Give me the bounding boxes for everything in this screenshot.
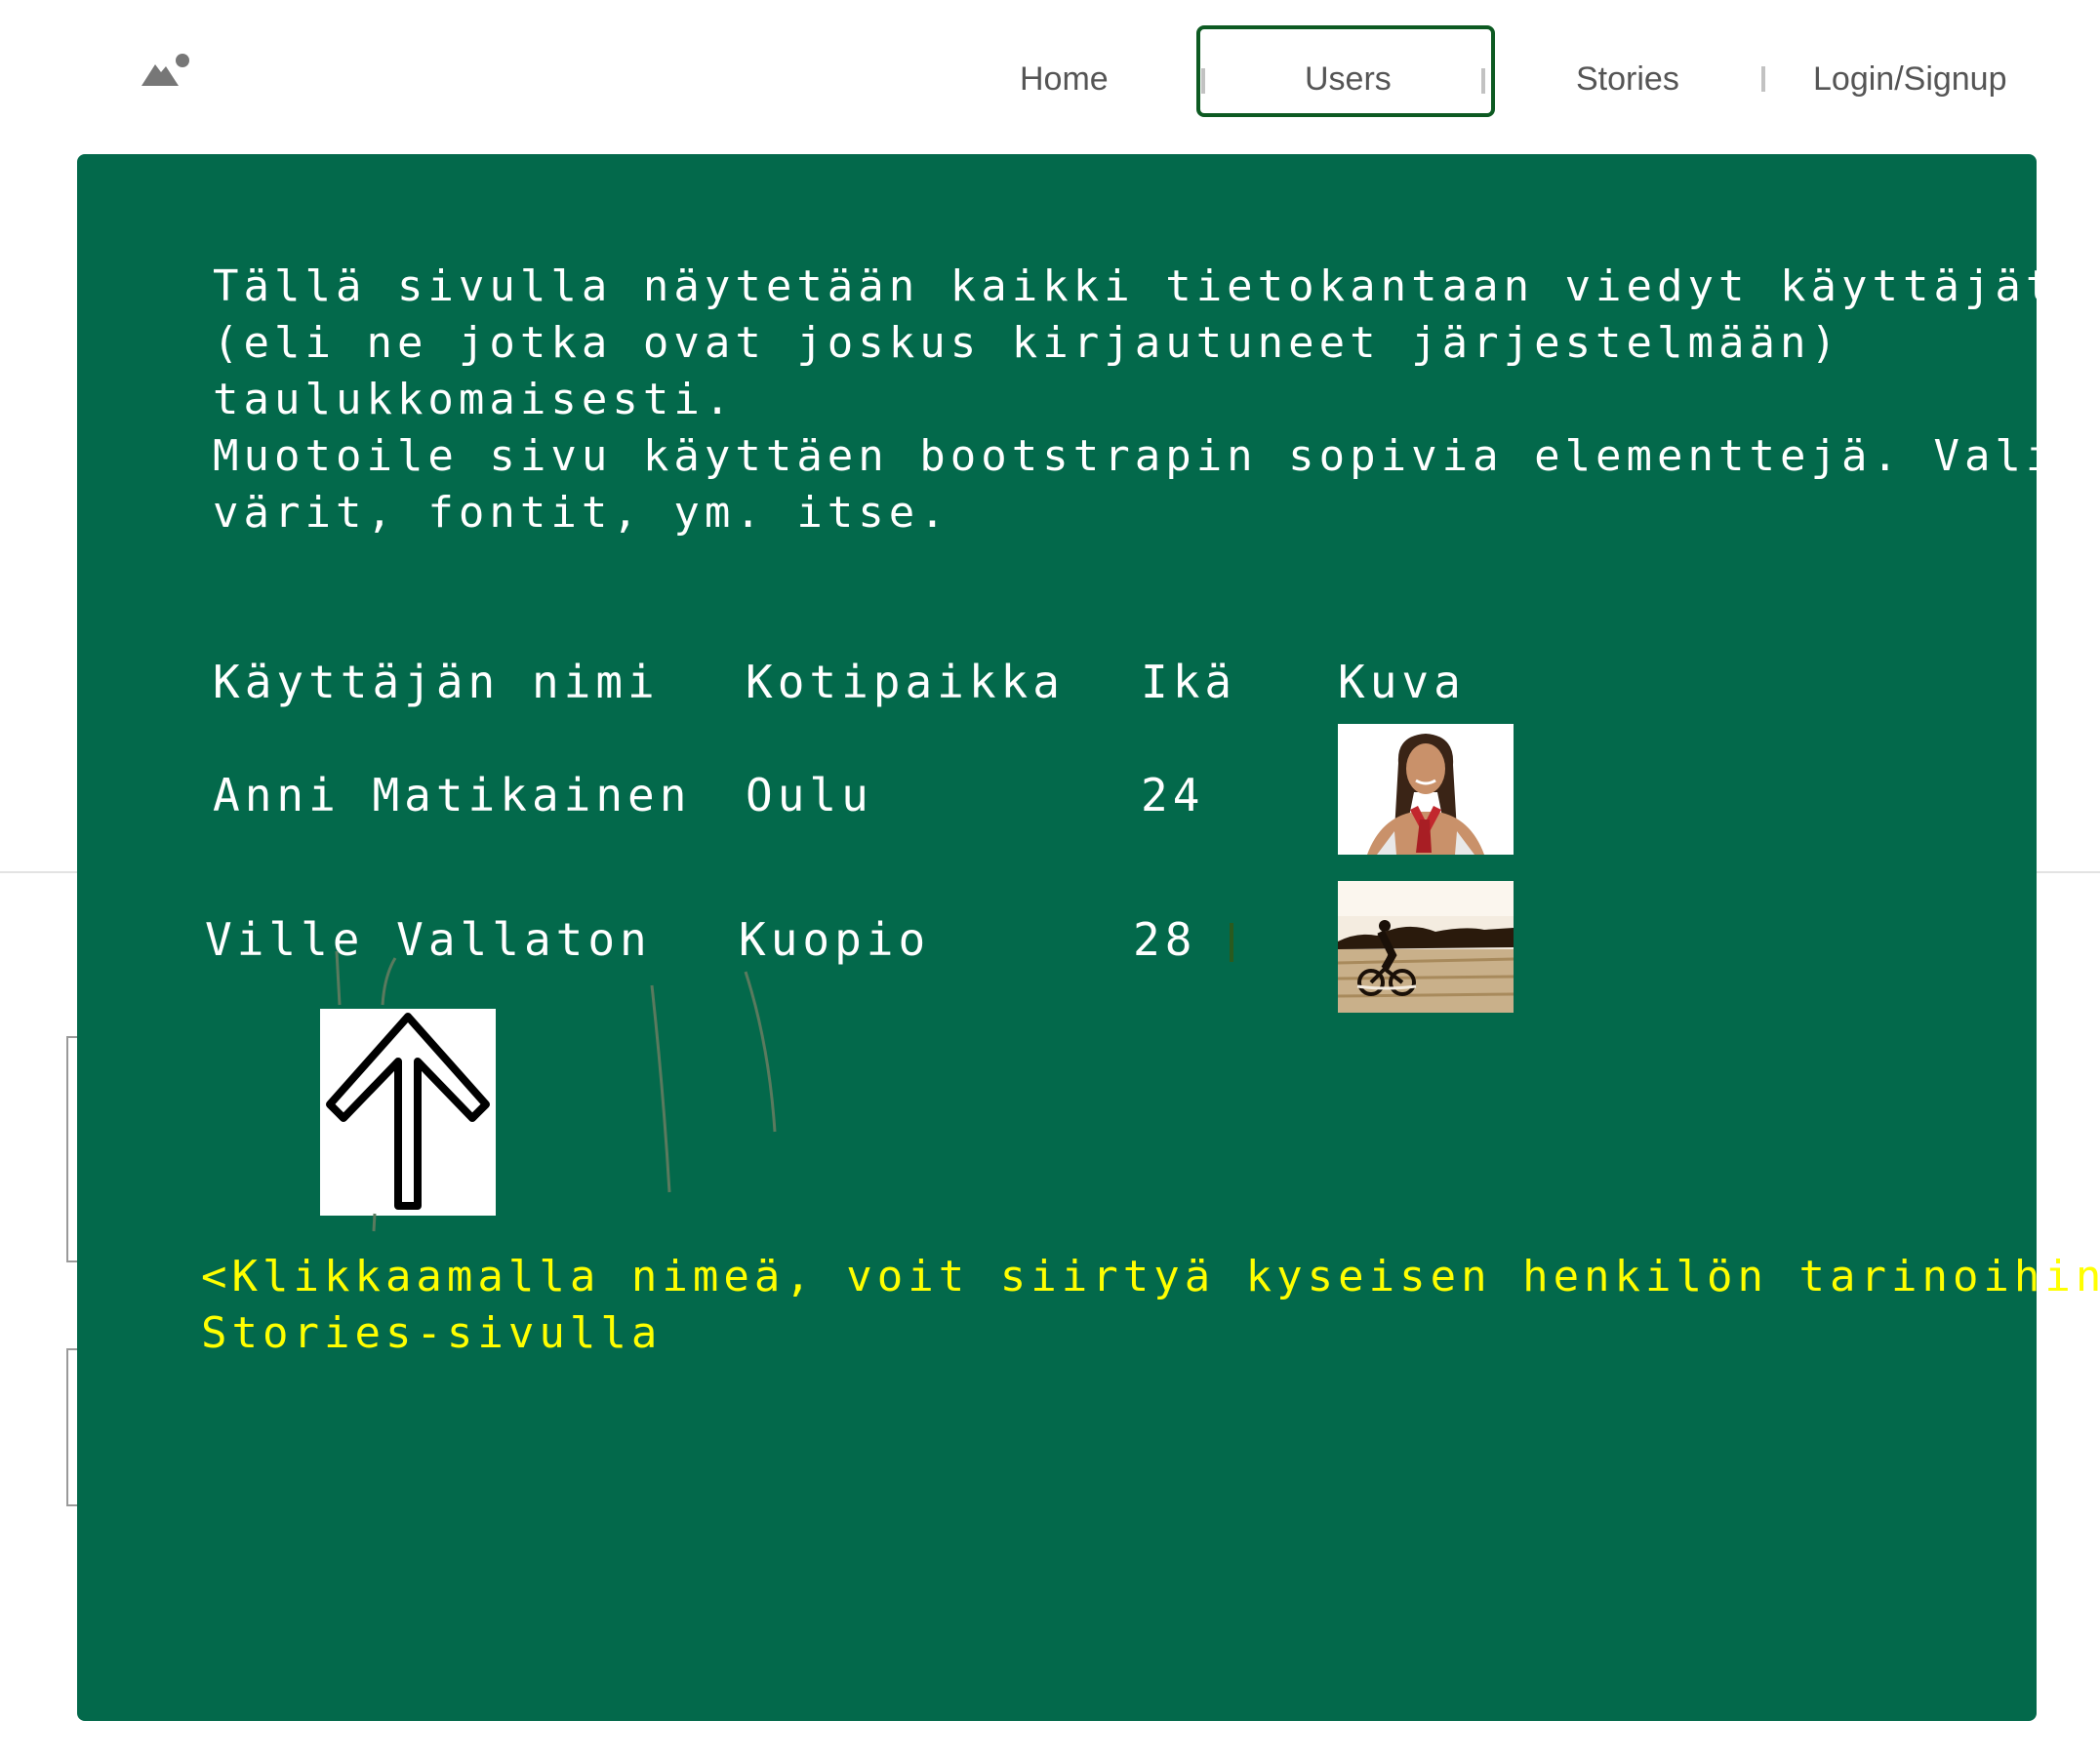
nav-users-link[interactable]: Users <box>1305 60 1392 99</box>
user-photo-woman <box>1338 724 1514 855</box>
hint-line: Stories-sivulla <box>201 1308 663 1358</box>
hint-line: <Klikkaamalla nimeä, voit siirtyä kyseis… <box>201 1252 2100 1301</box>
intro-line: värit, fontit, ym. itse. <box>213 488 950 538</box>
column-header-name: Käyttäjän nimi <box>213 656 660 708</box>
intro-text: Tällä sivulla näytetään kaikki tietokant… <box>213 259 2100 541</box>
column-header-age: Ikä <box>1141 656 1237 708</box>
user-name-link[interactable]: Anni Matikainen <box>213 769 691 821</box>
column-header-city: Kotipaikka <box>746 656 1065 708</box>
user-age: 24 <box>1141 769 1205 821</box>
nav-stories-link[interactable]: Stories <box>1576 60 1679 99</box>
arrow-up-icon <box>320 1009 496 1216</box>
nav-separator <box>1761 66 1765 92</box>
nav-login-signup-link[interactable]: Login/Signup <box>1813 60 2007 99</box>
image-icon[interactable] <box>140 51 194 90</box>
user-name-link[interactable]: Ville Vallaton <box>205 913 652 966</box>
user-photo-cyclist <box>1338 881 1514 1013</box>
user-city: Kuopio <box>739 913 931 966</box>
intro-line: Tällä sivulla näytetään kaikki tietokant… <box>213 261 2057 311</box>
nav-home-link[interactable]: Home <box>1020 60 1109 99</box>
nav-separator <box>1201 68 1205 94</box>
hint-text: <Klikkaamalla nimeä, voit siirtyä kyseis… <box>201 1249 2100 1362</box>
intro-line: (eli ne jotka ovat joskus kirjautuneet j… <box>213 318 1841 368</box>
user-age: 28 <box>1133 913 1197 966</box>
user-city: Oulu <box>746 769 873 821</box>
nav-separator <box>1481 68 1485 94</box>
column-header-photo: Kuva <box>1338 656 1466 708</box>
intro-line: Muotoile sivu käyttäen bootstrapin sopiv… <box>213 431 2100 481</box>
intro-line: taulukkomaisesti. <box>213 375 736 424</box>
